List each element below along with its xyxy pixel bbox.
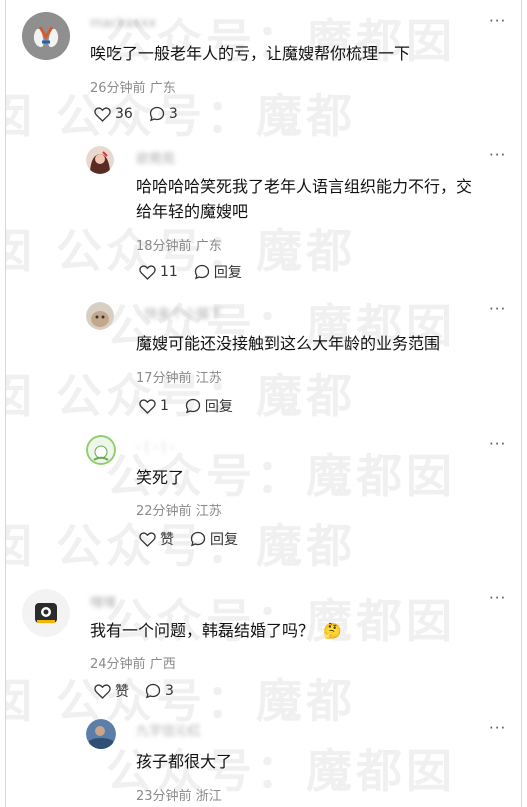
location: 浙江 [195, 789, 222, 804]
timestamp: 17分钟前 [136, 371, 192, 386]
like-label: 赞 [115, 684, 129, 700]
comment-meta: 18分钟前 广东 [136, 235, 222, 254]
comment-actions: 赞 3 [94, 681, 190, 701]
comment-item: mackaxxx ··· 唉吃了一般老年人的亏，让魔嫂帮你梳理一下 26分钟前 … [6, 0, 521, 140]
more-options-icon[interactable]: ··· [489, 435, 506, 453]
more-options-icon[interactable]: ··· [489, 300, 506, 318]
comment-text: 笑死了 [136, 468, 185, 487]
username[interactable]: · 快来个小猫下 [136, 303, 222, 322]
like-button[interactable]: 11 [139, 264, 178, 280]
location: 江苏 [195, 504, 222, 519]
comment-meta: 26分钟前 广东 [90, 77, 176, 96]
reply-label: 回复 [204, 399, 233, 415]
reply-button[interactable]: 3 [149, 106, 178, 122]
more-options-icon[interactable]: ··· [489, 146, 506, 164]
comment-bubble-icon [149, 106, 164, 122]
like-count: 1 [160, 398, 169, 414]
username[interactable]: 九宇信沁红 [136, 720, 201, 739]
comment-text: 我有一个问题，韩磊结婚了吗？ 🤔 [90, 617, 342, 645]
timestamp: 23分钟前 [136, 789, 192, 804]
location: 广东 [195, 239, 222, 254]
comment-text: 魔嫂可能还没接触到这么大年龄的业务范围 [136, 334, 441, 353]
reply-item: ·｜·｜· ··· 笑死了 22分钟前 江苏 赞 回复 [6, 425, 521, 575]
like-button[interactable]: 赞 [94, 681, 129, 701]
reply-count: 3 [168, 106, 178, 122]
comment-text-line-1: 哈哈哈哈笑死我了老年人语言组织能力不行，交 [136, 177, 473, 196]
avatar[interactable] [86, 435, 116, 465]
comment-actions: 36 3 [94, 106, 194, 122]
like-button[interactable]: 赞 [139, 529, 174, 549]
comment-actions: 赞 回复 [139, 529, 254, 549]
more-options-icon[interactable]: ··· [489, 719, 506, 737]
like-button[interactable]: 36 [94, 106, 133, 122]
comment-actions: 11 回复 [139, 262, 258, 282]
comment-meta: 24分钟前 广西 [90, 653, 176, 672]
avatar[interactable] [22, 12, 70, 60]
comment-text: 孩子都很大了 [136, 752, 233, 771]
avatar[interactable] [86, 302, 114, 330]
avatar[interactable] [22, 589, 70, 637]
comment-thread: 囡 公众号：魔都 囡 公众号：魔都 囡 公众号：魔都 囡 公众号：魔都 囡 公众… [5, 0, 522, 807]
reply-item: 九宇信沁红 ··· 孩子都很大了 23分钟前 浙江 [6, 715, 521, 807]
reply-button[interactable]: 回复 [194, 262, 242, 282]
username[interactable]: 嘿嘿 [90, 592, 116, 611]
comment-meta: 23分钟前 浙江 [136, 785, 222, 804]
avatar[interactable] [86, 719, 116, 749]
location: 江苏 [195, 371, 222, 386]
heart-icon [139, 398, 156, 414]
timestamp: 18分钟前 [136, 239, 192, 254]
reply-label: 回复 [213, 265, 242, 281]
comment-bubble-icon [145, 683, 161, 699]
reply-button[interactable]: 回复 [190, 529, 238, 549]
comment-meta: 17分钟前 江苏 [136, 367, 222, 386]
comment-item: 嘿嘿 ··· 我有一个问题，韩磊结婚了吗？ 🤔 24分钟前 广西 赞 3 [6, 575, 521, 715]
thinking-face-emoji: 🤔 [323, 622, 342, 640]
heart-icon [94, 683, 111, 699]
heart-icon [94, 106, 111, 122]
comment-text-line-2: 给年轻的魔嫂吧 [136, 202, 249, 221]
heart-icon [139, 264, 156, 280]
reply-button[interactable]: 3 [145, 683, 174, 699]
reply-item: 欲菀苑 ··· 哈哈哈哈笑死我了老年人语言组织能力不行，交 给年轻的魔嫂吧 18… [6, 140, 521, 285]
comment-meta: 22分钟前 江苏 [136, 500, 222, 519]
like-label: 赞 [160, 532, 174, 548]
timestamp: 24分钟前 [90, 657, 146, 672]
more-options-icon[interactable]: ··· [489, 589, 506, 607]
username[interactable]: mackaxxx [90, 16, 156, 31]
comment-text: 唉吃了一般老年人的亏，让魔嫂帮你梳理一下 [90, 44, 411, 63]
like-count: 11 [160, 264, 178, 280]
timestamp: 22分钟前 [136, 504, 192, 519]
reply-label: 回复 [210, 532, 238, 548]
more-options-icon[interactable]: ··· [489, 12, 506, 30]
reply-button[interactable]: 回复 [185, 396, 233, 416]
username[interactable]: ·｜·｜· [136, 437, 174, 456]
reply-count: 3 [165, 683, 174, 699]
comment-bubble-icon [185, 398, 201, 414]
reply-item: · 快来个小猫下 ··· 魔嫂可能还没接触到这么大年龄的业务范围 17分钟前 江… [6, 290, 521, 425]
heart-icon [139, 531, 156, 547]
comment-bubble-icon [190, 531, 206, 547]
location: 广东 [149, 81, 176, 96]
comment-text-body: 我有一个问题，韩磊结婚了吗？ [90, 621, 315, 640]
like-button[interactable]: 1 [139, 398, 169, 414]
timestamp: 26分钟前 [90, 81, 146, 96]
comment-bubble-icon [194, 264, 209, 280]
avatar[interactable] [86, 146, 114, 174]
username[interactable]: 欲菀苑 [136, 148, 175, 167]
location: 广西 [149, 657, 176, 672]
comment-actions: 1 回复 [139, 396, 249, 416]
like-count: 36 [115, 106, 133, 122]
